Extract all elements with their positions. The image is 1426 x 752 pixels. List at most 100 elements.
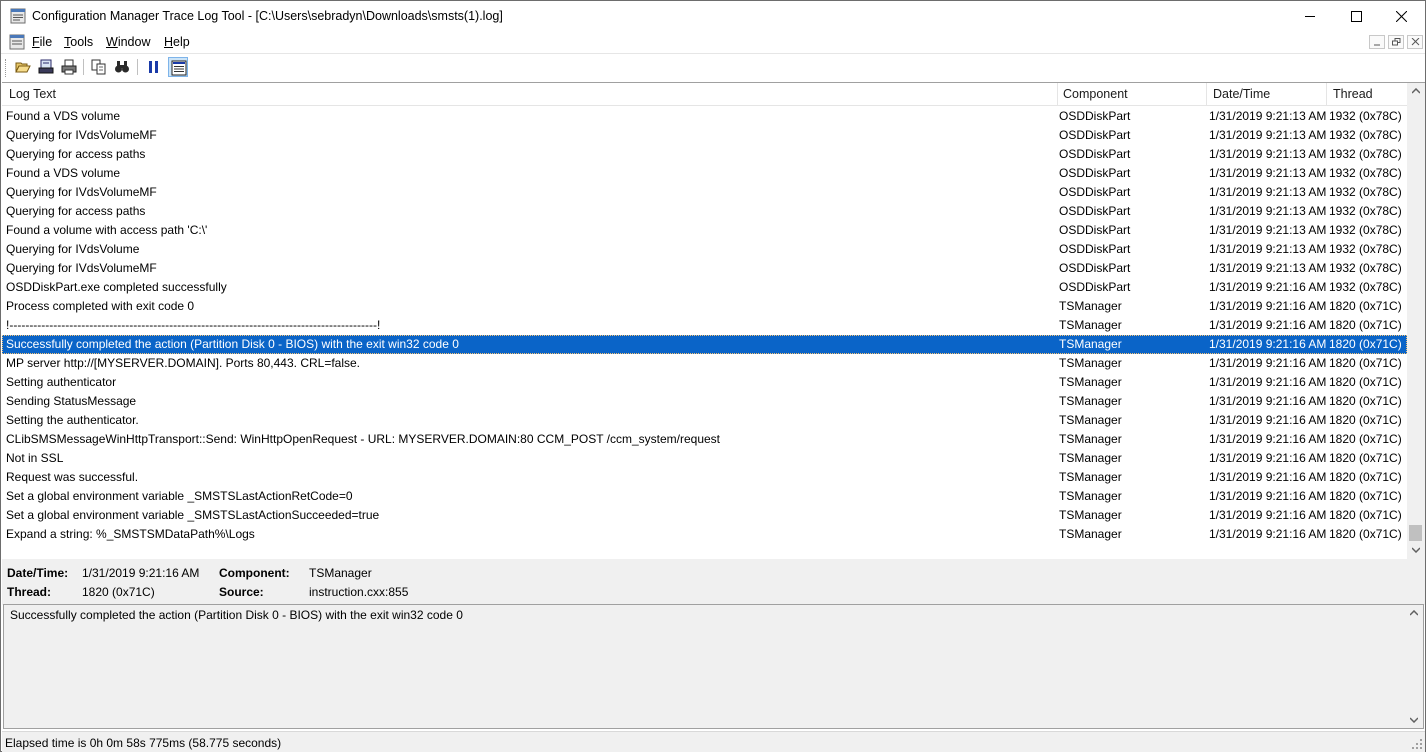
thread-cell: 1932 (0x78C) [1329, 204, 1402, 218]
datetime-cell: 1/31/2019 9:21:13 AM [1209, 147, 1327, 161]
thread-cell: 1932 (0x78C) [1329, 128, 1402, 142]
table-row[interactable]: !---------------------------------------… [2, 316, 1407, 335]
table-row[interactable]: Sending StatusMessage TSManager 1/31/2019 … [2, 392, 1407, 411]
source-value: instruction.cxx:855 [309, 585, 409, 599]
app-icon[interactable] [10, 8, 26, 24]
table-row[interactable]: Querying for IVdsVolumeMF OSDDiskPart 1/31… [2, 126, 1407, 145]
column-thread[interactable]: Thread [1333, 87, 1373, 101]
close-button[interactable] [1379, 1, 1425, 31]
minimize-button[interactable] [1288, 1, 1334, 31]
thread-cell: 1820 (0x71C) [1329, 337, 1402, 351]
log-text-cell: Request was successful. [6, 470, 139, 484]
resize-grip-icon[interactable] [1411, 738, 1423, 750]
table-row[interactable]: Process completed with exit code 0 TSMana… [2, 297, 1407, 316]
scroll-thumb[interactable] [1409, 525, 1422, 541]
open-button[interactable] [13, 57, 33, 77]
title-bar[interactable]: Configuration Manager Trace Log Tool - [… [1, 1, 1425, 32]
mdi-minimize-button[interactable] [1369, 35, 1385, 49]
scroll-up-button[interactable] [1407, 83, 1425, 100]
log-list[interactable]: Log Text Component Date/Time Thread Foun… [2, 82, 1425, 559]
log-scrollbar[interactable] [1407, 83, 1425, 559]
status-bar: Elapsed time is 0h 0m 58s 775ms (58.775 … [2, 731, 1425, 752]
component-cell: TSManager [1059, 489, 1122, 503]
print-setup-button[interactable] [36, 57, 56, 77]
component-cell: TSManager [1059, 375, 1122, 389]
table-row[interactable]: CLibSMSMessageWinHttpTransport::Send: Wi… [2, 430, 1407, 449]
message-text-box[interactable]: Successfully completed the action (Parti… [3, 604, 1424, 729]
table-row[interactable]: Setting the authenticator. TSManager 1/31/… [2, 411, 1407, 430]
thread-cell: 1820 (0x71C) [1329, 451, 1402, 465]
log-text-cell: Querying for IVdsVolumeMF [6, 261, 157, 275]
document-icon[interactable] [9, 34, 25, 50]
column-log-text[interactable]: Log Text [9, 87, 56, 101]
table-row-selected[interactable]: Successfully completed the action (Parti… [2, 335, 1407, 354]
log-text-cell: Set a global environment variable _SMSTS… [6, 489, 353, 503]
find-button[interactable] [112, 57, 132, 77]
table-row[interactable]: Querying for IVdsVolume OSDDiskPart 1/31/2… [2, 240, 1407, 259]
toolbar-grip[interactable] [5, 59, 8, 77]
chevron-down-icon[interactable] [1410, 717, 1418, 723]
thread-cell: 1820 (0x71C) [1329, 432, 1402, 446]
source-label: Source: [219, 585, 264, 599]
datetime-cell: 1/31/2019 9:21:13 AM [1209, 185, 1327, 199]
find-icon [115, 61, 129, 73]
datetime-cell: 1/31/2019 9:21:16 AM [1209, 508, 1327, 522]
menu-help[interactable]: Help [164, 35, 190, 49]
log-text-cell: Successfully completed the action (Parti… [6, 337, 459, 351]
thread-cell: 1820 (0x71C) [1329, 375, 1402, 389]
table-row[interactable]: Querying for IVdsVolumeMF OSDDiskPart 1/31… [2, 259, 1407, 278]
maximize-button[interactable] [1334, 1, 1380, 31]
table-row[interactable]: Setting authenticator TSManager 1/31/2019 … [2, 373, 1407, 392]
log-header: Log Text Component Date/Time Thread [2, 83, 1407, 106]
component-cell: TSManager [1059, 432, 1122, 446]
table-row[interactable]: Expand a string: %_SMSTSMDataPath%\Logs T… [2, 525, 1407, 544]
table-row[interactable]: Set a global environment variable _SMSTS… [2, 487, 1407, 506]
chevron-up-icon[interactable] [1410, 610, 1418, 616]
mdi-close-button[interactable] [1407, 35, 1423, 49]
pause-icon [149, 61, 158, 73]
toolbar-separator [83, 59, 84, 75]
component-cell: TSManager [1059, 356, 1122, 370]
highlight-button[interactable] [168, 57, 188, 77]
copy-button[interactable] [89, 57, 109, 77]
component-cell: TSManager [1059, 451, 1122, 465]
datetime-cell: 1/31/2019 9:21:16 AM [1209, 470, 1327, 484]
print-button[interactable] [59, 57, 79, 77]
details-panel: Date/Time: 1/31/2019 9:21:16 AM Componen… [2, 559, 1425, 605]
menu-file[interactable]: File [32, 35, 52, 49]
table-row[interactable]: Request was successful. TSManager 1/31/201… [2, 468, 1407, 487]
column-divider[interactable] [1206, 83, 1207, 106]
table-row[interactable]: Set a global environment variable _SMSTS… [2, 506, 1407, 525]
mdi-restore-button[interactable] [1388, 35, 1404, 49]
menu-window-label: indow [117, 35, 151, 49]
column-component[interactable]: Component [1063, 87, 1128, 101]
menu-tools[interactable]: Tools [64, 35, 93, 49]
table-row[interactable]: MP server http://[MYSERVER.DOMAIN]. Port… [2, 354, 1407, 373]
log-text-cell: Querying for access paths [6, 204, 146, 218]
thread-cell: 1932 (0x78C) [1329, 185, 1402, 199]
datetime-cell: 1/31/2019 9:21:16 AM [1209, 356, 1327, 370]
table-row[interactable]: Querying for IVdsVolumeMF OSDDiskPart 1/31… [2, 183, 1407, 202]
thread-cell: 1932 (0x78C) [1329, 223, 1402, 237]
message-scrollbar[interactable] [1406, 605, 1423, 728]
component-cell: OSDDiskPart [1059, 280, 1131, 294]
datetime-cell: 1/31/2019 9:21:16 AM [1209, 489, 1327, 503]
column-datetime[interactable]: Date/Time [1213, 87, 1270, 101]
menu-tools-label: ools [70, 35, 94, 49]
table-row[interactable]: Found a volume with access path 'C:\' OSD… [2, 221, 1407, 240]
table-row[interactable]: Not in SSL TSManager 1/31/2019 9:21:16 AM 1… [2, 449, 1407, 468]
table-row[interactable]: OSDDiskPart.exe completed successfully OS… [2, 278, 1407, 297]
scroll-down-button[interactable] [1407, 542, 1425, 559]
table-row[interactable]: Found a VDS volume OSDDiskPart 1/31/2019 9… [2, 107, 1407, 126]
column-divider[interactable] [1326, 83, 1327, 106]
menu-window[interactable]: Window [106, 35, 150, 49]
table-row[interactable]: Querying for access paths OSDDiskPart 1/31… [2, 145, 1407, 164]
pause-button[interactable] [144, 57, 164, 77]
toolbar [1, 53, 1425, 80]
log-text-cell: !---------------------------------------… [6, 318, 381, 332]
table-row[interactable]: Found a VDS volume OSDDiskPart 1/31/2019 9… [2, 164, 1407, 183]
column-divider[interactable] [1057, 83, 1058, 106]
table-row[interactable]: Querying for access paths OSDDiskPart 1/31… [2, 202, 1407, 221]
thread-cell: 1820 (0x71C) [1329, 394, 1402, 408]
thread-cell: 1932 (0x78C) [1329, 147, 1402, 161]
